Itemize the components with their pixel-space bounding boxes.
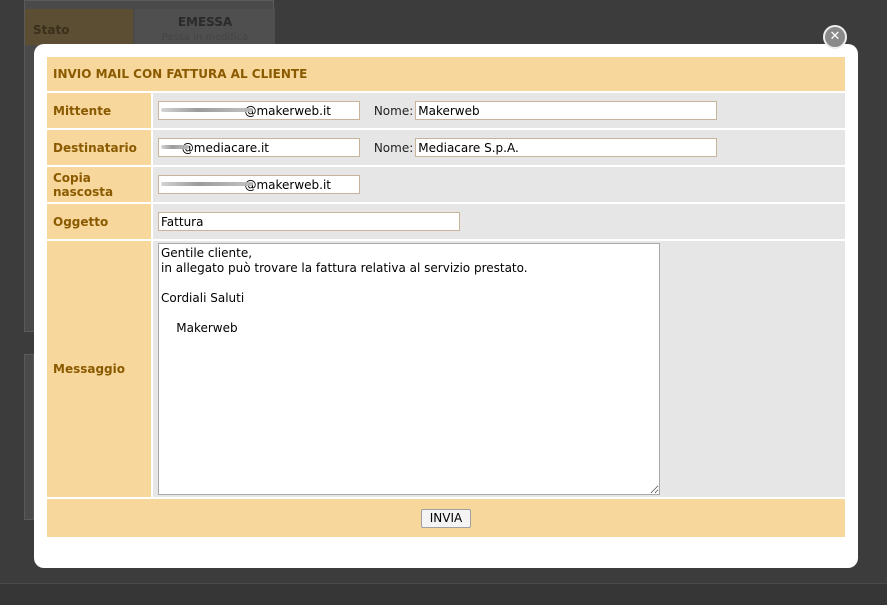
redacted-email-local-part bbox=[161, 182, 253, 186]
oggetto-row: Oggetto bbox=[47, 204, 845, 241]
destinatario-value-cell: Nome: bbox=[153, 130, 845, 167]
oggetto-label: Oggetto bbox=[47, 204, 153, 241]
background-stato-row: Stato EMESSA Passa in modifica bbox=[25, 9, 275, 45]
invia-button[interactable]: INVIA bbox=[420, 508, 472, 528]
destinatario-nome-input[interactable] bbox=[415, 138, 718, 157]
copia-nascosta-value-cell bbox=[153, 167, 845, 204]
messaggio-textarea[interactable]: Gentile cliente, in allegato può trovare… bbox=[158, 243, 660, 495]
destinatario-email-wrapper bbox=[158, 138, 360, 157]
submit-row: INVIA bbox=[47, 499, 845, 537]
mittente-row: Mittente Nome: bbox=[47, 93, 845, 130]
mittente-email-wrapper bbox=[158, 101, 360, 120]
oggetto-input[interactable] bbox=[158, 212, 460, 231]
messaggio-label: Messaggio bbox=[47, 241, 153, 499]
destinatario-label: Destinatario bbox=[47, 130, 153, 167]
copia-nascosta-label: Copia nascosta bbox=[47, 167, 153, 204]
modal-title: INVIO MAIL CON FATTURA AL CLIENTE bbox=[47, 57, 845, 93]
mittente-label: Mittente bbox=[47, 93, 153, 130]
background-footer bbox=[0, 583, 887, 605]
background-panel-secondary bbox=[24, 354, 34, 520]
mittente-value-cell: Nome: bbox=[153, 93, 845, 130]
oggetto-value-cell bbox=[153, 204, 845, 241]
redacted-email-local-part bbox=[161, 108, 253, 112]
mittente-nome-input[interactable] bbox=[415, 101, 718, 120]
background-stato-text: EMESSA bbox=[177, 15, 233, 29]
background-stato-note: Passa in modifica bbox=[161, 32, 249, 43]
email-form: INVIO MAIL CON FATTURA AL CLIENTE Mitten… bbox=[47, 57, 845, 537]
redacted-email-local-part bbox=[161, 145, 189, 149]
mittente-nome-label: Nome: bbox=[373, 103, 414, 118]
messaggio-value-cell: Gentile cliente, in allegato può trovare… bbox=[153, 241, 845, 499]
destinatario-row: Destinatario Nome: bbox=[47, 130, 845, 167]
destinatario-nome-label: Nome: bbox=[373, 140, 414, 155]
close-icon[interactable]: ✕ bbox=[823, 25, 847, 49]
copia-nascosta-email-wrapper bbox=[158, 175, 360, 194]
messaggio-row: Messaggio Gentile cliente, in allegato p… bbox=[47, 241, 845, 499]
email-invoice-modal: INVIO MAIL CON FATTURA AL CLIENTE Mitten… bbox=[34, 44, 858, 568]
copia-nascosta-row: Copia nascosta bbox=[47, 167, 845, 204]
background-stato-value: EMESSA Passa in modifica bbox=[135, 9, 275, 45]
background-stato-label: Stato bbox=[25, 9, 133, 45]
